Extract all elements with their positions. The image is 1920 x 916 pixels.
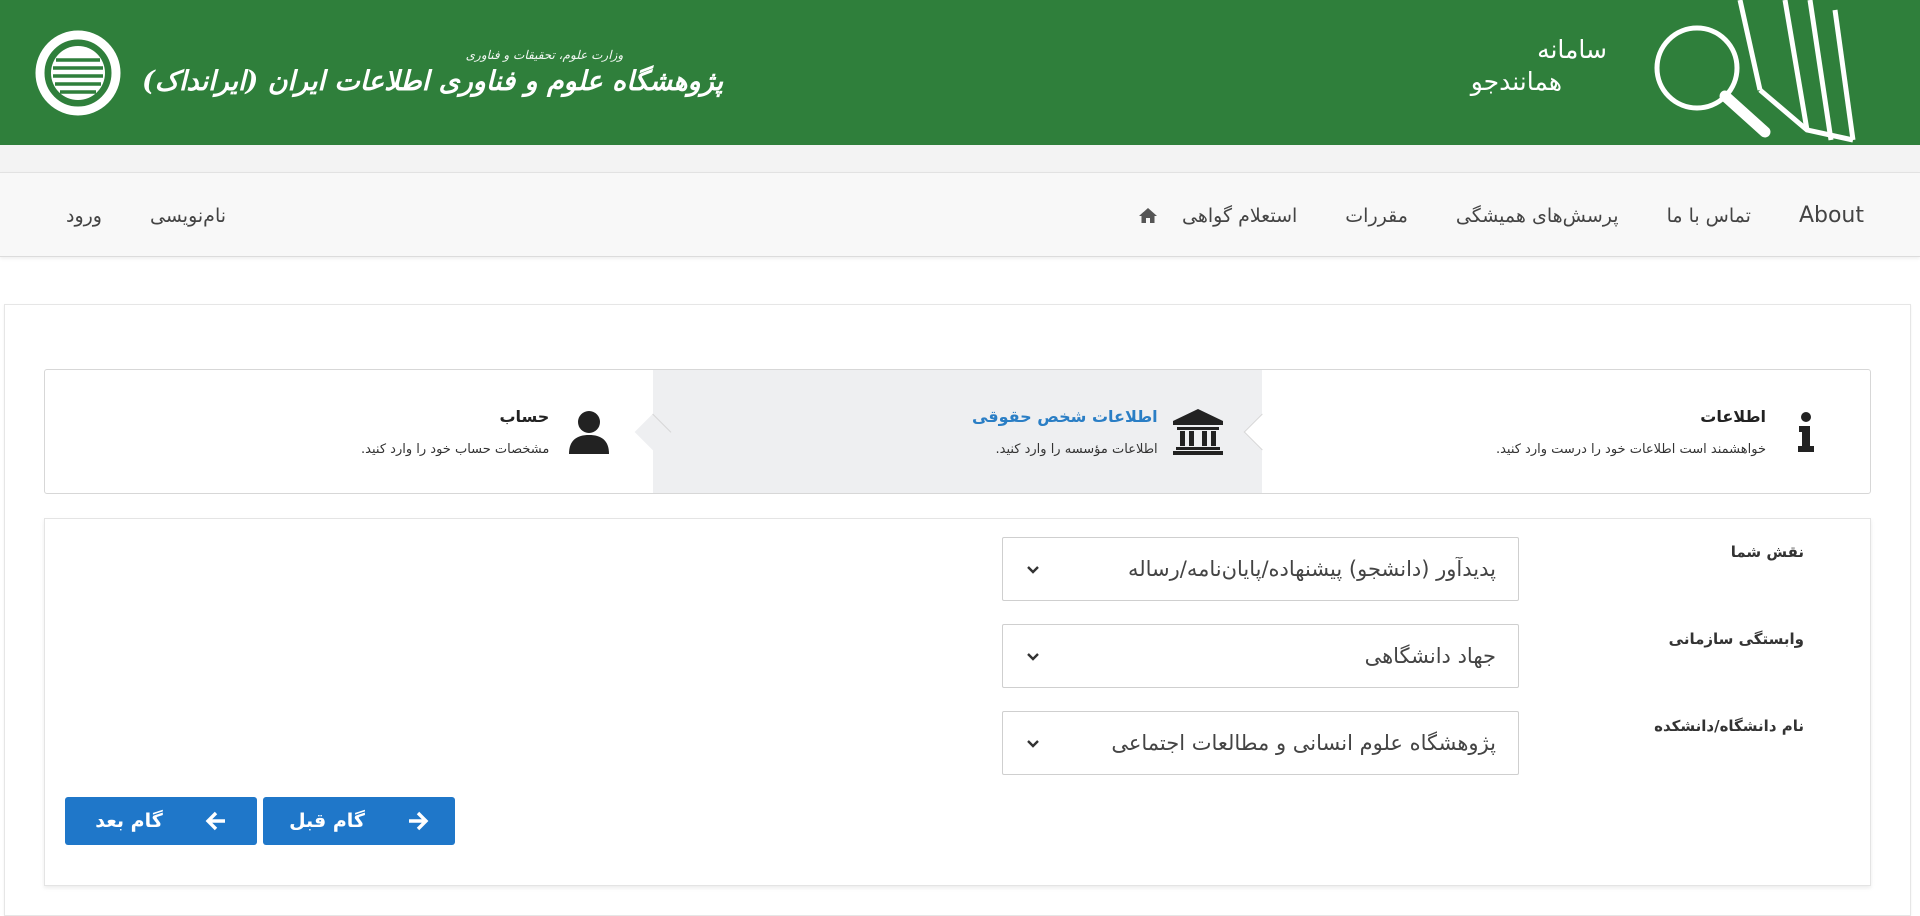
university-row: نام دانشگاه/دانشکده پژوهشگاه علوم انسانی… [45,711,1870,781]
home-icon[interactable] [1138,206,1158,226]
nav-item-faq[interactable]: پرسش‌های همیشگی [1432,205,1643,227]
register-link[interactable]: نام‌نویسی [126,205,250,227]
step-info[interactable]: اطلاعات خواهشمند است اطلاعات خود را درست… [1243,370,1870,493]
next-step-button[interactable]: گام بعد [65,797,257,845]
main-navbar: استعلام گواهی مقررات پرسش‌های همیشگی تما… [0,172,1920,257]
step-legal-entity-desc: اطلاعات مؤسسه را وارد کنید. [995,441,1158,457]
step-legal-entity[interactable]: اطلاعات شخص حقوقی اطلاعات مؤسسه را وارد … [634,370,1262,493]
nav-menu: استعلام گواهی مقررات پرسش‌های همیشگی تما… [1114,173,1888,258]
chevron-down-icon [1027,566,1039,574]
step-account[interactable]: حساب مشخصات حساب خود را وارد کنید. [45,370,653,493]
system-brand[interactable]: سامانه همانندجو [1471,0,1865,145]
step-info-title: اطلاعات [1700,406,1766,426]
step-info-desc: خواهشمند است اطلاعات خود را درست وارد کن… [1495,441,1766,457]
wizard-steps: اطلاعات خواهشمند است اطلاعات خود را درست… [44,369,1871,494]
role-row: نقش شما پدیدآور (دانشجو) پیشنهاده/پایان‌… [45,537,1870,607]
nav-item-contact[interactable]: تماس با ما [1643,205,1775,227]
nav-item-certificate-inquiry[interactable]: استعلام گواهی [1158,205,1321,227]
prev-step-button[interactable]: گام قبل [263,797,455,845]
step-info-body: اطلاعات خواهشمند است اطلاعات خود را درست… [1496,407,1766,457]
system-title-line2: همانندجو [1470,66,1562,96]
prev-step-label: گام قبل [289,810,365,832]
next-step-label: گام بعد [95,810,163,832]
step-legal-entity-body: اطلاعات شخص حقوقی اطلاعات مؤسسه را وارد … [972,407,1158,457]
university-label: نام دانشگاه/دانشکده [1654,717,1804,735]
nav-item-regulations[interactable]: مقررات [1321,205,1432,227]
info-icon [1780,411,1832,452]
irandoc-logo-icon [35,30,121,115]
step-account-body: حساب مشخصات حساب خود را وارد کنید. [361,407,549,457]
role-select[interactable]: پدیدآور (دانشجو) پیشنهاده/پایان‌نامه/رسا… [1002,537,1519,601]
user-icon [563,410,615,454]
step-legal-entity-title: اطلاعات شخص حقوقی [971,406,1158,426]
institute-name-block: وزارت علوم، تحقیقات و فناوری پژوهشگاه عل… [142,48,723,97]
chevron-down-icon [1027,740,1039,748]
arrow-right-icon [408,811,429,831]
ministry-name: وزارت علوم، تحقیقات و فناوری [465,48,624,62]
login-link[interactable]: ورود [66,205,126,227]
nav-item-about[interactable]: About [1775,203,1888,228]
affiliation-label: وابستگی سازمانی [1668,630,1804,648]
affiliation-row: وابستگی سازمانی جهاد دانشگاهی [45,624,1870,694]
role-label: نقش شما [1730,543,1804,561]
institute-brand[interactable]: وزارت علوم، تحقیقات و فناوری پژوهشگاه عل… [32,0,723,145]
institution-icon [1172,408,1224,455]
chevron-down-icon [1027,653,1039,661]
step-account-desc: مشخصات حساب خود را وارد کنید. [361,441,550,457]
system-title: سامانه همانندجو [1471,34,1607,98]
site-header: سامانه همانندجو وزارت علوم، تحقیقات و فن… [0,0,1920,145]
step-account-title: حساب [499,406,550,426]
role-select-value: پدیدآور (دانشجو) پیشنهاده/پایان‌نامه/رسا… [1127,557,1496,581]
affiliation-select-value: جهاد دانشگاهی [1364,644,1496,668]
affiliation-select[interactable]: جهاد دانشگاهی [1002,624,1519,688]
university-select[interactable]: پژوهشگاه علوم انسانی و مطالعات اجتماعی [1002,711,1519,775]
auth-menu: ورود نام‌نویسی [66,173,250,258]
magnifier-logo-icon [1654,0,1856,143]
institute-name: پژوهشگاه علوم و فناوری اطلاعات ایران (ای… [142,66,724,97]
university-select-value: پژوهشگاه علوم انسانی و مطالعات اجتماعی [1111,731,1496,755]
arrow-left-icon [205,811,225,831]
system-title-line1: سامانه [1537,34,1607,64]
nav-top-strip [0,145,1920,172]
